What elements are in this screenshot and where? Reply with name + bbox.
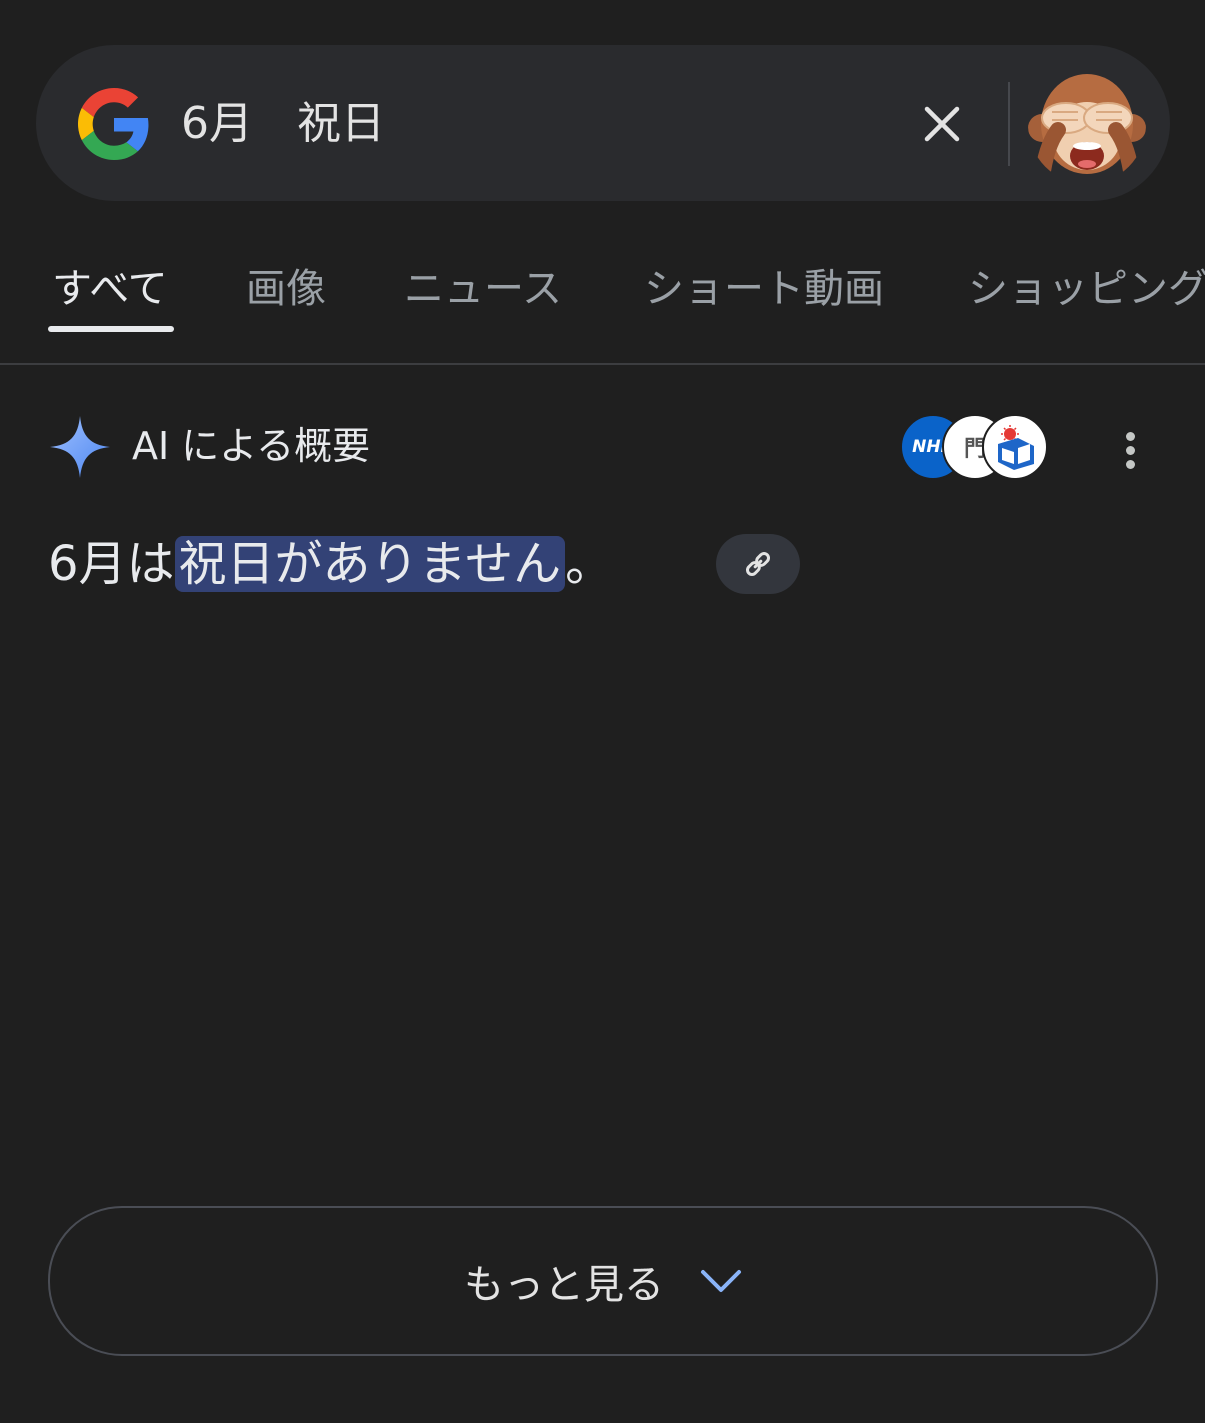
tab-images[interactable]: 画像 xyxy=(246,264,326,314)
tab-shopping[interactable]: ショッピング xyxy=(968,264,1205,314)
search-input[interactable]: 6月 祝日 xyxy=(181,92,385,156)
ai-overview-sources[interactable]: NHK 門 xyxy=(898,414,1052,480)
sparkle-icon xyxy=(50,416,110,478)
tab-short-videos[interactable]: ショート動画 xyxy=(644,264,884,314)
tab-all[interactable]: すべて xyxy=(52,264,168,314)
ai-answer-text: 6月は祝日がありません。 xyxy=(48,528,613,600)
show-more-button[interactable]: もっと見る xyxy=(48,1206,1158,1356)
show-more-label: もっと見る xyxy=(464,1262,664,1308)
more-dot xyxy=(1126,460,1135,469)
answer-highlight: 祝日がありません xyxy=(174,536,566,592)
tab-news[interactable]: ニュース xyxy=(404,264,562,314)
source-calendar-logo[interactable] xyxy=(982,414,1048,480)
answer-prefix: 6月は xyxy=(48,536,175,592)
active-tab-indicator xyxy=(48,326,174,332)
clear-search-button[interactable] xyxy=(914,96,970,152)
search-tabs: すべて 画像 ニュース ショート動画 ショッピング xyxy=(0,240,1205,364)
calendar-icon xyxy=(998,425,1034,470)
more-options-menu[interactable] xyxy=(1112,424,1152,476)
source-link-button[interactable] xyxy=(716,534,800,594)
google-logo-icon xyxy=(78,88,149,160)
link-icon xyxy=(745,551,771,577)
more-dot xyxy=(1126,446,1135,455)
search-divider xyxy=(1008,82,1010,166)
chevron-down-icon xyxy=(701,1270,741,1292)
more-dot xyxy=(1126,432,1135,441)
see-no-evil-monkey-icon xyxy=(1028,74,1146,184)
close-icon xyxy=(924,106,960,142)
tabs-divider xyxy=(0,363,1205,365)
ai-overview-title: AI による概要 xyxy=(132,424,371,468)
avatar[interactable] xyxy=(1028,66,1146,184)
answer-suffix: 。 xyxy=(565,536,614,592)
